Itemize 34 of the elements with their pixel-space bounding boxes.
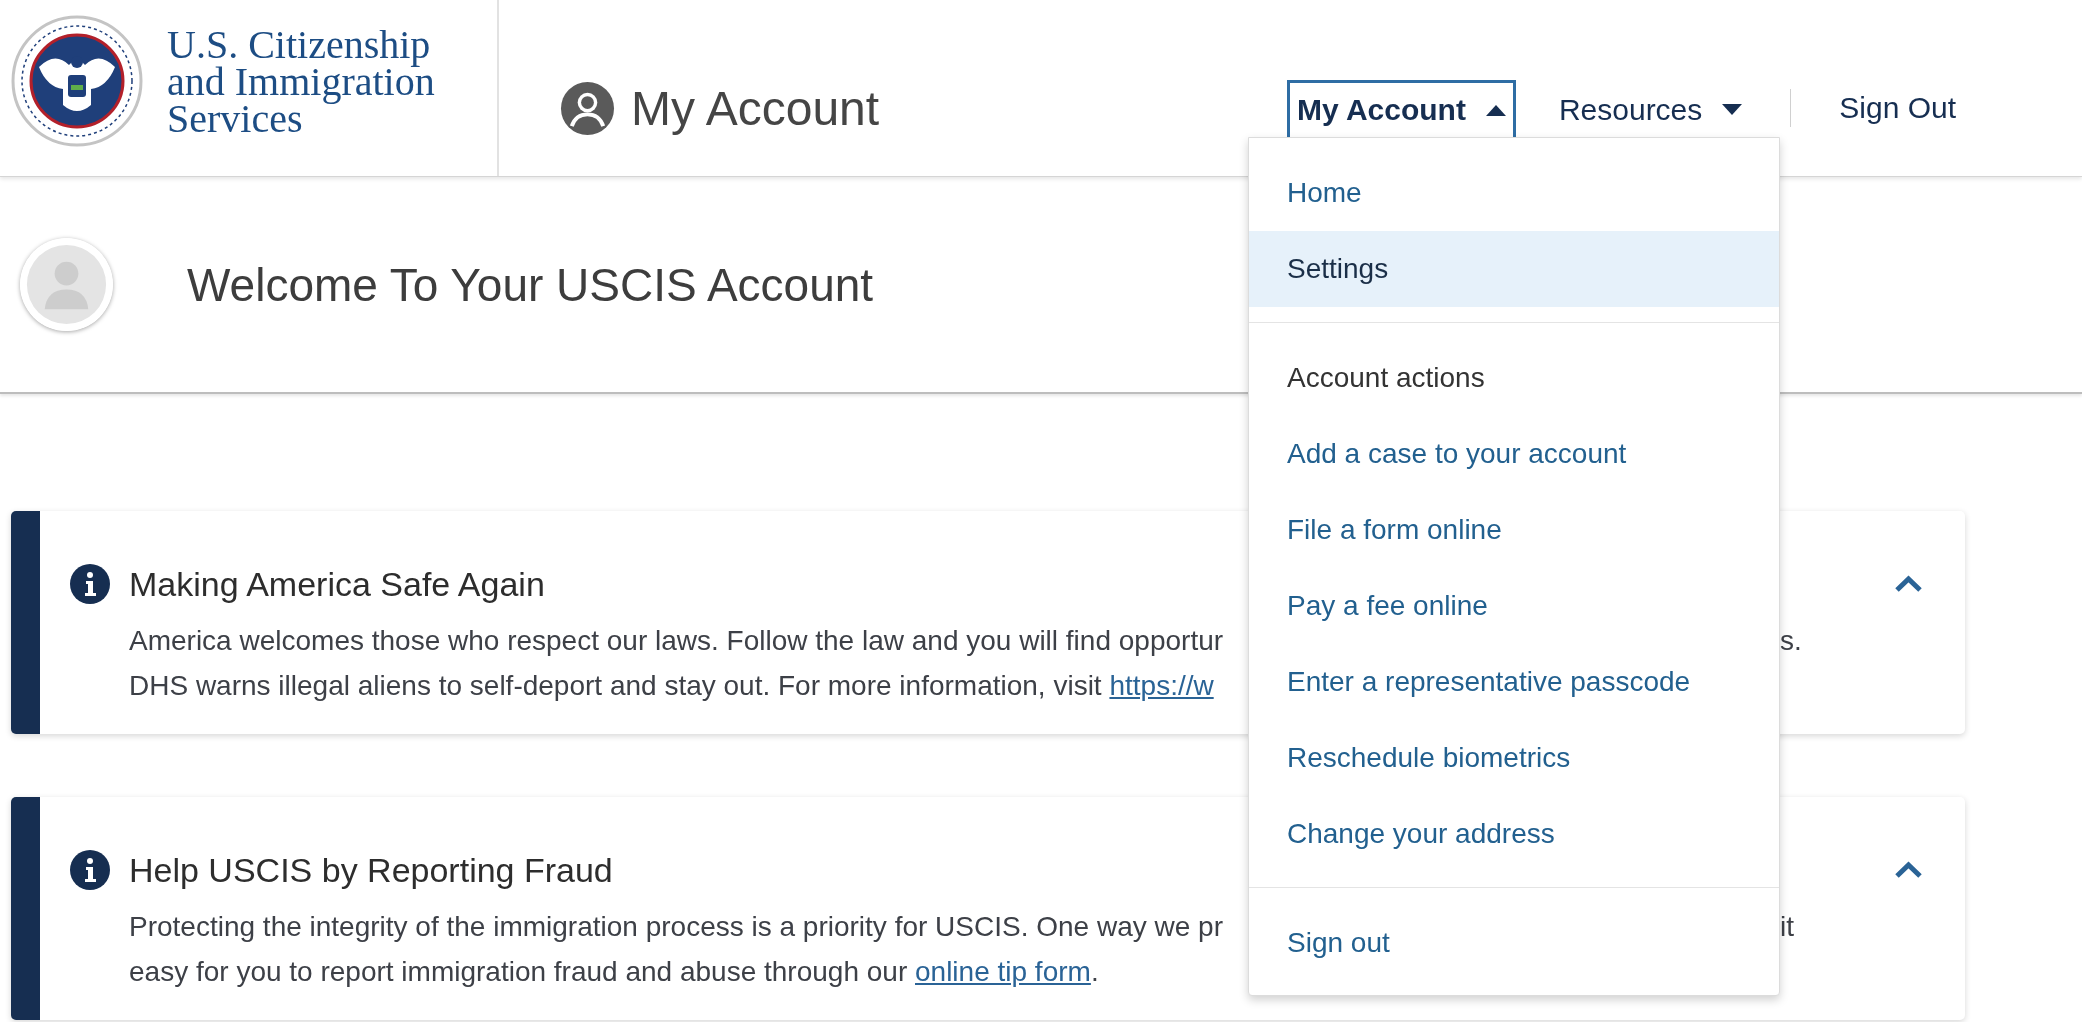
alert-text: easy for you to report immigration fraud and abuse through our online tip form. <box>129 955 1099 989</box>
menu-item[interactable]: Change your address <box>1249 795 1779 872</box>
nav-menu-button[interactable]: Resources <box>1548 79 1753 137</box>
menu-item[interactable]: File a form online <box>1249 491 1779 568</box>
sign-out-link[interactable]: Sign Out <box>1839 91 1957 125</box>
alert-text: it <box>1780 910 1794 944</box>
avatar-icon <box>20 238 113 331</box>
menu-item[interactable]: Add a case to your account <box>1249 415 1779 492</box>
alert-title: Making America Safe Again <box>129 564 545 605</box>
person-icon <box>560 80 615 136</box>
alert-text: DHS warns illegal aliens to self-deport and stay out. For more information, visit https://w <box>129 669 1214 703</box>
menu-item[interactable]: Reschedule biometrics <box>1249 719 1779 796</box>
info-icon <box>70 564 110 604</box>
caret-down-icon <box>1722 103 1743 116</box>
welcome-heading: Welcome To Your USCIS Account <box>187 257 874 312</box>
alert-title: Help USCIS by Reporting Fraud <box>129 850 613 891</box>
info-icon <box>70 850 110 890</box>
alert-text: s. <box>1780 624 1802 658</box>
chevron-up-icon[interactable] <box>1894 575 1923 593</box>
menu-item[interactable]: Pay a fee online <box>1249 567 1779 644</box>
alert-link[interactable]: https://w <box>1109 670 1214 701</box>
app-title: My Account <box>631 80 880 136</box>
menu-item[interactable]: Settings <box>1249 230 1779 307</box>
alert-link[interactable]: online tip form <box>915 956 1091 987</box>
alert-text: America welcomes those who respect our laws. Follow the law and you will find opportur <box>129 624 1224 658</box>
chevron-up-icon[interactable] <box>1894 861 1923 879</box>
menu-item[interactable]: Home <box>1249 154 1779 231</box>
menu-heading: Account actions <box>1287 361 1485 394</box>
menu-item[interactable]: Sign out <box>1249 904 1779 981</box>
agency-name: U.S. Citizenship and Immigration Services <box>167 25 435 137</box>
seal-icon <box>11 15 143 147</box>
menu-item[interactable]: Enter a representative passcode <box>1249 643 1779 720</box>
alert-text: Protecting the integrity of the immigration process is a priority for USCIS. One way we pr <box>129 910 1223 944</box>
caret-up-icon <box>1485 103 1506 116</box>
